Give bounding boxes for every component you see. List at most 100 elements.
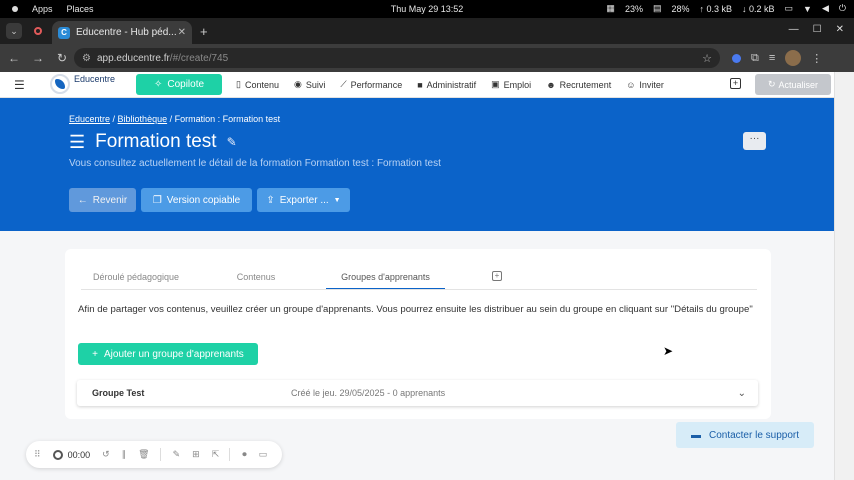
power-icon[interactable]: ⏻ [839,3,846,14]
chevron-down-icon[interactable]: ⌄ [738,388,746,399]
breadcrumb-separator: / [110,114,118,124]
user-plus-icon: ☺ [626,79,636,90]
menu-item-recrutement[interactable]: ☻ Recrutement [546,79,611,90]
formation-card: Déroulé pédagogique Contenus Groupes d'a… [65,249,771,419]
os-apps-menu[interactable]: Apps [32,4,53,14]
pause-icon[interactable]: ∥ [122,449,127,460]
net-up: ↑ 0.3 kB [699,3,732,14]
address-bar[interactable]: ⚙ app.educentre.fr /#/create/745 ☆ [74,48,720,68]
menu-item-suivi[interactable]: ◉ Suivi [294,79,325,90]
exporter-label: Exporter ... [279,194,329,206]
actualiser-button[interactable]: ↻ Actualiser [755,74,831,95]
menu-item-label: Inviter [639,79,664,90]
menu-item-emploi[interactable]: ▣ Emploi [491,79,531,90]
add-group-label: Ajouter un groupe d'apprenants [104,348,244,360]
tab-contenus[interactable]: Contenus [191,264,321,289]
breadcrumb-bibliotheque[interactable]: Bibliothèque [118,114,168,124]
menu-item-label: Emploi [503,79,532,90]
browser-menu-icon[interactable]: ⋮ [811,52,822,65]
menu-item-inviter[interactable]: ☺ Inviter [626,79,664,90]
minimize-window-icon[interactable]: — [789,24,799,35]
extensions-puzzle-icon[interactable]: ⧉ [751,52,759,65]
grid-icon[interactable]: ⊞ [192,449,200,460]
maximize-window-icon[interactable]: ☐ [813,24,822,35]
copilote-button[interactable]: ✧ Copilote [136,74,222,95]
forward-arrow-icon[interactable]: → [28,51,48,65]
display-icon: ▭ [784,3,794,13]
page-hero: Educentre / Bibliothèque / Formation : F… [0,98,834,231]
drag-handle-icon[interactable]: ⠿ [34,449,41,460]
back-arrow-icon[interactable]: ← [4,51,24,65]
menu-item-contenu[interactable]: ▯ Contenu [236,79,279,90]
tab-groupes-apprenants[interactable]: Groupes d'apprenants [326,264,445,289]
exporter-button[interactable]: ⇪ Exporter ... ▼ [257,188,350,212]
extension-blue-icon[interactable] [732,53,741,63]
page-title: Formation test [95,131,217,152]
close-window-icon[interactable]: ✕ [836,24,844,35]
microphone-icon[interactable]: ⏺ [242,449,247,460]
reload-icon[interactable]: ↻ [52,51,72,65]
tab-deroule-pedagogique[interactable]: Déroulé pédagogique [81,264,191,289]
educentre-logo[interactable]: Educentre [50,74,115,94]
mouse-cursor-icon: ➤ [663,344,674,358]
add-tab-icon[interactable]: + [492,271,502,281]
breadcrumb: Educentre / Bibliothèque / Formation : F… [69,114,280,124]
os-workspace-dot[interactable] [12,6,18,12]
menu-item-label: Performance [350,79,403,90]
copy-icon: ❐ [152,194,162,206]
add-learner-group-button[interactable]: + Ajouter un groupe d'apprenants [78,343,258,365]
volume-icon[interactable]: ◀ [822,3,829,14]
menu-item-administratif[interactable]: ■ Administratif [417,79,476,90]
chat-icon: ▬ [690,429,701,441]
caret-down-icon: ▼ [333,196,341,204]
version-copiable-button[interactable]: ❐ Version copiable [141,188,252,212]
tab-close-icon[interactable]: ✕ [178,27,186,38]
os-places-menu[interactable]: Places [67,4,94,14]
browser-tab-title: Educentre - Hub péd... [76,27,177,38]
breadcrumb-educentre[interactable]: Educentre [69,114,110,124]
bookmark-star-icon[interactable]: ☆ [702,52,712,65]
new-tab-icon[interactable]: + [200,24,208,39]
delete-icon[interactable]: 🗑 [138,449,149,460]
restart-icon[interactable]: ↺ [102,449,110,460]
contact-support-button[interactable]: ▬ Contacter le support [676,422,814,448]
profile-avatar[interactable] [785,50,802,66]
wifi-icon[interactable]: ▼ [803,4,812,14]
more-options-button[interactable]: ··· [743,132,766,150]
refresh-icon: ↻ [767,79,776,89]
os-top-bar: Apps Places Thu May 29 13:52 ▦ 23% ▤ 28%… [0,0,854,18]
users-icon: ☻ [546,79,556,90]
edit-pencil-icon[interactable]: ✎ [227,135,237,149]
pen-icon[interactable]: ✎ [173,449,181,460]
menu-item-performance[interactable]: ⟋ Performance [340,79,402,90]
recording-indicator-icon [34,27,42,35]
tab-search-chevron-icon[interactable]: ⌄ [6,23,22,39]
check-circle-icon: ◉ [293,79,302,89]
page-scrollbar[interactable] [834,72,854,480]
group-row[interactable]: Groupe Test Créé le jeu. 29/05/2025 - 0 … [77,380,758,406]
screen-recorder-toolbar: ⠿ 00:00 ↺ ∥ 🗑 ✎ ⊞ ⇱ ⏺ ▭ [26,441,282,468]
menu-item-label: Contenu [244,79,279,90]
tab-bar: Déroulé pédagogique Contenus Groupes d'a… [81,264,757,290]
media-control-icon[interactable]: ≡ [769,52,775,64]
version-copiable-label: Version copiable [166,194,241,206]
browser-toolbar: ← → ↻ ⚙ app.educentre.fr /#/create/745 ☆… [0,44,854,72]
support-label: Contacter le support [708,429,800,441]
record-icon[interactable] [52,449,63,460]
page-subtitle: Vous consultez actuellement le détail de… [69,158,441,169]
recording-time: 00:00 [67,449,91,460]
toolbar-divider [229,448,231,461]
net-down: ↓ 0.2 kB [742,3,775,14]
export-icon: ⇪ [266,194,275,206]
numbered-list-icon: ☰ [69,131,86,152]
plus-icon: + [92,348,99,360]
site-info-icon[interactable]: ⚙ [82,53,91,64]
hamburger-menu-icon[interactable]: ☰ [14,78,25,92]
revenir-button[interactable]: ← Revenir [69,188,136,212]
actualiser-label: Actualiser [778,79,819,90]
pointer-icon[interactable]: ⇱ [212,449,220,460]
add-square-icon[interactable]: + [730,78,741,89]
camera-icon[interactable]: ▭ [259,449,268,460]
toolbar-divider [159,448,161,461]
browser-tab-educentre[interactable]: C Educentre - Hub péd... ✕ [52,21,192,44]
